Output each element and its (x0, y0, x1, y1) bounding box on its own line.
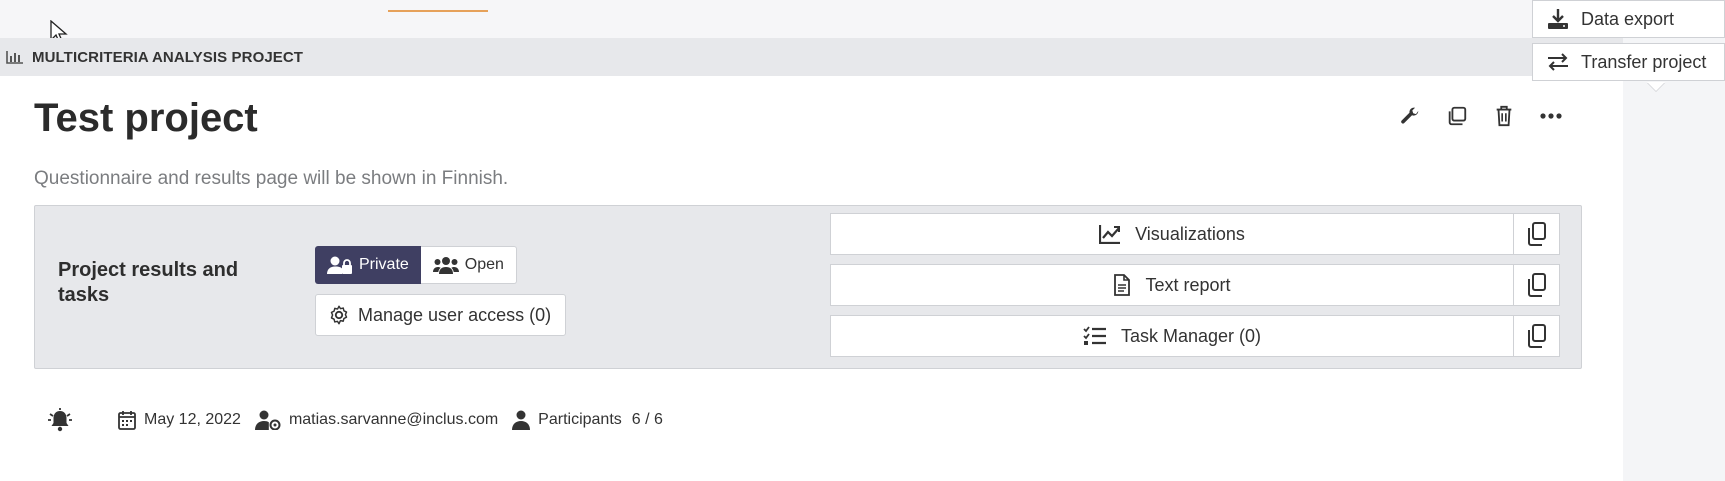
project-type-bar: MULTICRITERIA ANALYSIS PROJECT (0, 38, 1623, 76)
participants-label: Participants (538, 411, 622, 428)
open-button[interactable]: Open (420, 246, 517, 284)
user-cog-icon (254, 410, 289, 430)
copy-visualizations-button[interactable] (1514, 213, 1560, 255)
copy-icon (1527, 273, 1547, 297)
created-date: May 12, 2022 (118, 410, 241, 430)
active-tab-indicator (388, 10, 488, 12)
owner: matias.sarvanne@inclus.com (254, 410, 499, 430)
date-text: May 12, 2022 (144, 411, 241, 428)
visualizations-label: Visualizations (1135, 223, 1245, 244)
more-menu: Data export Transfer project (1532, 0, 1725, 91)
project-meta: May 12, 2022 matias.sarvanne@inclus.com … (46, 408, 677, 432)
project-card: MULTICRITERIA ANALYSIS PROJECT Test proj… (0, 38, 1623, 481)
alarm-icon[interactable] (46, 408, 82, 432)
user-icon (512, 410, 538, 430)
private-label: Private (359, 256, 409, 273)
page-title: Test project (34, 96, 258, 140)
transfer-project-label: Transfer project (1581, 51, 1707, 72)
download-icon (1547, 8, 1581, 30)
gear-icon (328, 304, 358, 326)
manage-user-access-button[interactable]: Manage user access (0) (315, 294, 566, 336)
visualizations-button[interactable]: Visualizations (830, 213, 1514, 255)
bar-chart-icon (6, 50, 24, 64)
task-manager-button[interactable]: Task Manager (0) (830, 315, 1514, 357)
users-icon (432, 256, 465, 274)
participants-count: 6 / 6 (631, 411, 663, 428)
text-report-row: Text report (830, 264, 1560, 306)
task-list-icon (1083, 326, 1121, 346)
copy-text-report-button[interactable] (1514, 264, 1560, 306)
menu-caret (1647, 82, 1665, 91)
copy-task-manager-button[interactable] (1514, 315, 1560, 357)
manage-user-access-label: Manage user access (0) (358, 304, 552, 325)
owner-email: matias.sarvanne@inclus.com (288, 411, 499, 428)
top-strip (0, 0, 1725, 45)
language-note: Questionnaire and results page will be s… (34, 168, 509, 189)
text-report-button[interactable]: Text report (830, 264, 1514, 306)
project-type-label: MULTICRITERIA ANALYSIS PROJECT (32, 48, 304, 66)
results-title: Project results and tasks (58, 259, 239, 306)
visualizations-row: Visualizations (830, 213, 1560, 255)
trash-icon[interactable] (1492, 104, 1516, 128)
task-manager-row: Task Manager (0) (830, 315, 1560, 357)
copy-icon (1527, 222, 1547, 246)
private-button[interactable]: Private (315, 246, 421, 284)
task-manager-label: Task Manager (0) (1120, 325, 1262, 346)
text-report-label: Text report (1145, 274, 1231, 295)
copy-icon (1527, 324, 1547, 348)
transfer-icon (1547, 52, 1581, 72)
more-icon[interactable] (1539, 104, 1563, 128)
data-export-menu-item[interactable]: Data export (1532, 0, 1725, 38)
document-icon (1113, 274, 1145, 296)
chart-line-icon (1099, 224, 1135, 244)
transfer-project-menu-item[interactable]: Transfer project (1532, 43, 1725, 81)
results-panel: Project results and tasks Private Open M… (34, 205, 1582, 369)
open-label: Open (464, 256, 504, 273)
data-export-label: Data export (1581, 8, 1675, 29)
user-lock-icon (327, 256, 359, 274)
calendar-icon (118, 410, 144, 430)
duplicate-icon[interactable] (1445, 104, 1469, 128)
project-actions (1398, 104, 1563, 128)
privacy-toggle: Private Open (315, 246, 517, 284)
participants: Participants 6 / 6 (512, 410, 663, 430)
wrench-icon[interactable] (1398, 104, 1422, 128)
